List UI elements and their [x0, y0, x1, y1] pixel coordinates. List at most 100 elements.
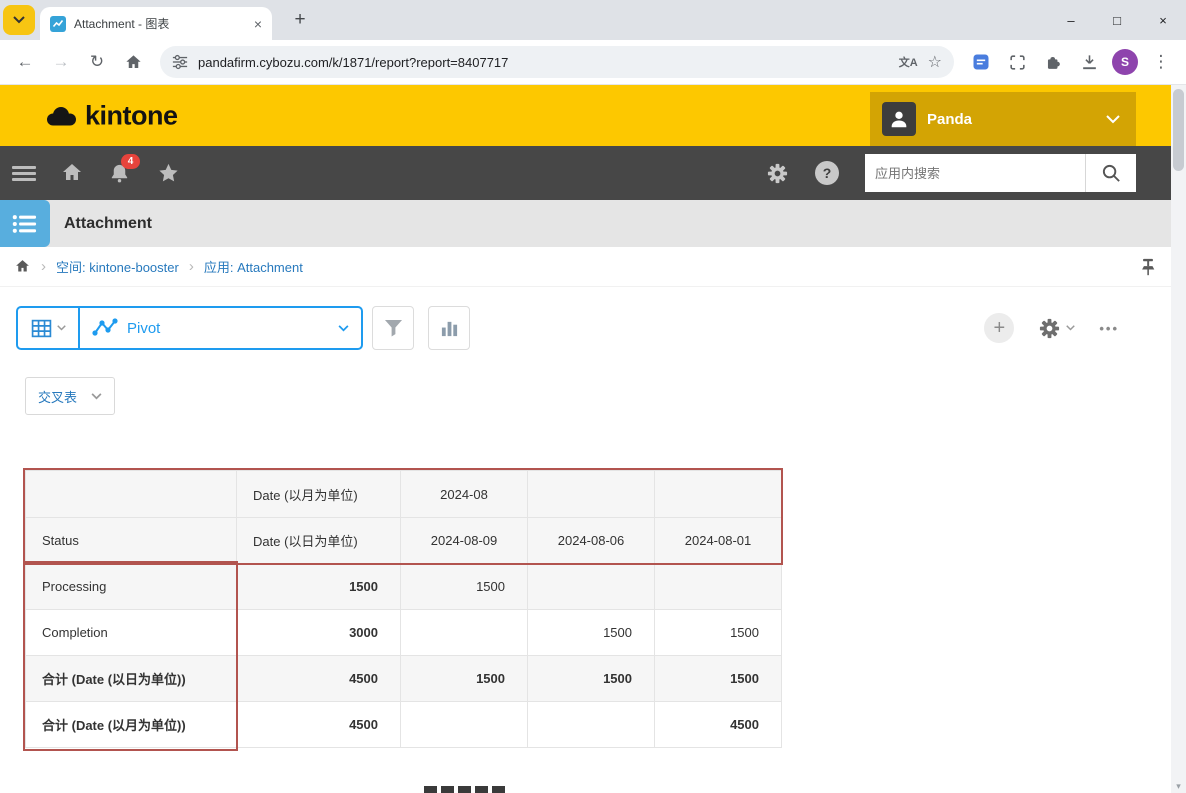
- page-scrollbar[interactable]: ▾: [1171, 85, 1186, 793]
- nav-settings-button[interactable]: [766, 162, 789, 185]
- tab-favicon-icon: [50, 16, 66, 32]
- extensions-button[interactable]: [1036, 45, 1070, 79]
- pivot-data-row: Processing 1500 1500: [26, 564, 782, 610]
- download-icon: [1080, 53, 1099, 72]
- app-search-input[interactable]: [865, 154, 1085, 192]
- app-settings-button[interactable]: [1038, 317, 1075, 340]
- capture-button[interactable]: [1000, 45, 1034, 79]
- forward-button[interactable]: →: [44, 45, 78, 79]
- pivot-total-row: 合计 (Date (以月为单位)) 4500 4500: [26, 702, 782, 748]
- browser-menu-button[interactable]: ⋮: [1144, 45, 1178, 79]
- pivot-cell: 4500: [237, 656, 401, 702]
- minimize-button[interactable]: –: [1048, 0, 1094, 40]
- pivot-cell: [26, 471, 237, 518]
- extensions-puzzle-icon: [1044, 53, 1063, 72]
- chevron-down-icon: [13, 16, 25, 24]
- breadcrumb: › 空间: kintone-booster › 应用: Attachment: [0, 247, 1171, 287]
- scrollbar-thumb[interactable]: [1173, 89, 1184, 171]
- pivot-cell: 1500: [401, 564, 528, 610]
- pivot-cell: 1500: [528, 656, 655, 702]
- table-view-button[interactable]: [18, 308, 78, 348]
- notifications-button[interactable]: 4: [108, 162, 131, 185]
- bookmark-star-icon[interactable]: ☆: [928, 52, 942, 72]
- home-icon: [60, 161, 84, 185]
- favorites-button[interactable]: [157, 162, 180, 185]
- new-tab-button[interactable]: +: [286, 6, 314, 34]
- pivot-cell: [655, 471, 782, 518]
- pivot-cell: 2024-08-09: [401, 518, 528, 564]
- translate-icon[interactable]: 文A: [899, 54, 918, 70]
- pin-icon: [1139, 257, 1157, 277]
- kintone-logo[interactable]: kintone: [44, 100, 178, 131]
- filter-icon: [384, 319, 403, 337]
- tab-close-icon[interactable]: ×: [254, 17, 262, 31]
- scrollbar-down-arrow[interactable]: ▾: [1171, 781, 1186, 792]
- chart-type-select[interactable]: 交叉表: [25, 377, 115, 415]
- global-nav: 4 ?: [0, 146, 1171, 200]
- report-select-value: Pivot: [127, 320, 329, 337]
- search-icon: [1101, 163, 1122, 184]
- side-panel-extension-button[interactable]: [964, 45, 998, 79]
- browser-tab[interactable]: Attachment - 图表 ×: [40, 7, 272, 40]
- chart-button[interactable]: [428, 306, 470, 350]
- breadcrumb-app-link[interactable]: 应用: Attachment: [204, 257, 303, 276]
- table-view-icon: [31, 318, 52, 339]
- address-bar[interactable]: pandafirm.cybozu.com/k/1871/report?repor…: [160, 46, 954, 78]
- pivot-cell: [401, 702, 528, 748]
- chevron-down-icon: [57, 325, 66, 331]
- breadcrumb-home-icon[interactable]: [14, 258, 31, 275]
- chevron-down-icon: [91, 393, 102, 400]
- pivot-cell: [528, 471, 655, 518]
- url-text[interactable]: pandafirm.cybozu.com/k/1871/report?repor…: [198, 55, 889, 70]
- pivot-cell: [401, 610, 528, 656]
- reload-button[interactable]: ↻: [80, 45, 114, 79]
- pivot-table: Date (以月为单位) 2024-08 Status Date (以日为单位)…: [25, 470, 782, 748]
- person-icon: [888, 108, 910, 130]
- tab-search-button[interactable]: [3, 5, 35, 35]
- logo-text: kintone: [85, 100, 178, 131]
- close-button[interactable]: ×: [1140, 0, 1186, 40]
- pivot-cell: 1500: [401, 656, 528, 702]
- star-icon: [157, 162, 180, 185]
- pivot-cell: 2024-08: [401, 471, 528, 518]
- more-options-button[interactable]: •••: [1099, 321, 1119, 336]
- back-button[interactable]: ←: [8, 45, 42, 79]
- hamburger-icon: [12, 163, 36, 184]
- pivot-cell: 1500: [237, 564, 401, 610]
- add-record-button[interactable]: +: [984, 313, 1014, 343]
- user-avatar: [882, 102, 916, 136]
- help-button[interactable]: ?: [815, 161, 839, 185]
- gear-icon: [766, 162, 789, 185]
- breadcrumb-separator: ›: [189, 258, 194, 275]
- filter-button[interactable]: [372, 306, 414, 350]
- pivot-cell: Completion: [26, 610, 237, 656]
- downloads-button[interactable]: [1072, 45, 1106, 79]
- pivot-cell: 4500: [655, 702, 782, 748]
- view-toolbar-right: + •••: [984, 306, 1119, 350]
- view-selector: Pivot: [16, 306, 363, 350]
- pin-button[interactable]: [1139, 257, 1157, 277]
- pivot-total-row: 合计 (Date (以日为单位)) 4500 1500 1500 1500: [26, 656, 782, 702]
- search-button[interactable]: [1085, 154, 1136, 192]
- report-select[interactable]: Pivot: [80, 308, 361, 348]
- pivot-header-row: Date (以月为单位) 2024-08: [26, 471, 782, 518]
- pivot-cell: Processing: [26, 564, 237, 610]
- pivot-cell: 1500: [528, 610, 655, 656]
- browser-tab-strip: Attachment - 图表 × + – □ ×: [0, 0, 1186, 40]
- app-icon[interactable]: [0, 200, 50, 247]
- breadcrumb-space-link[interactable]: 空间: kintone-booster: [56, 257, 179, 276]
- home-button[interactable]: [116, 45, 150, 79]
- kintone-header: kintone Panda: [0, 85, 1171, 146]
- pivot-cell: 1500: [655, 610, 782, 656]
- portal-menu-button[interactable]: [12, 163, 36, 184]
- chevron-down-icon: [1066, 325, 1075, 331]
- pivot-cell: 4500: [237, 702, 401, 748]
- maximize-button[interactable]: □: [1094, 0, 1140, 40]
- chevron-down-icon: [338, 325, 349, 332]
- home-icon: [124, 53, 143, 72]
- nav-home-button[interactable]: [60, 161, 84, 185]
- profile-avatar[interactable]: S: [1112, 49, 1138, 75]
- user-menu[interactable]: Panda: [870, 92, 1136, 146]
- pivot-cell: 3000: [237, 610, 401, 656]
- pivot-cell: 2024-08-06: [528, 518, 655, 564]
